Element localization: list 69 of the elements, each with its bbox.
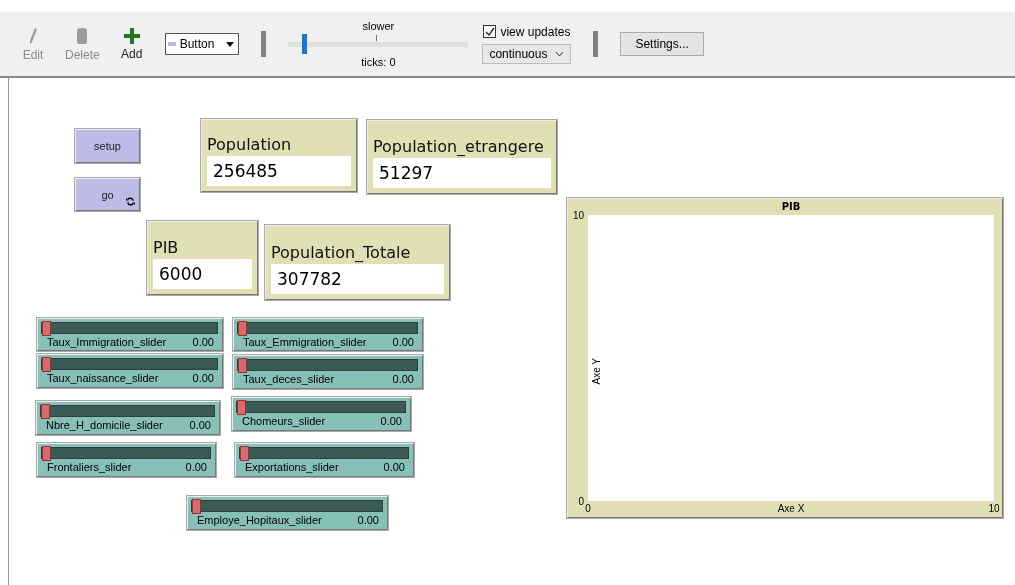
model-button[interactable]: go bbox=[75, 178, 140, 211]
slider-value: 0.00 bbox=[192, 372, 214, 384]
slider-label: Taux_naissance_slider bbox=[47, 372, 159, 384]
slider-track[interactable] bbox=[41, 358, 218, 370]
caret-icon bbox=[226, 41, 235, 47]
speed-label: slower bbox=[362, 20, 395, 32]
slider-thumb[interactable] bbox=[192, 499, 201, 514]
y-tick-label: 10 bbox=[572, 209, 584, 221]
model-button[interactable]: setup bbox=[75, 129, 140, 163]
slider-label: Employe_Hopitaux_slider bbox=[197, 514, 322, 526]
slider-value: 0.00 bbox=[185, 461, 207, 473]
slider-label: Taux_deces_slider bbox=[243, 373, 335, 385]
slider-track[interactable] bbox=[237, 322, 418, 334]
slider-label: Taux_Emmigration_slider bbox=[243, 336, 367, 348]
pencil-icon bbox=[28, 26, 38, 45]
slider-value: 0.00 bbox=[392, 373, 414, 385]
slider-track[interactable] bbox=[41, 447, 211, 459]
slider-value: 0.00 bbox=[383, 461, 405, 473]
widget-type-dropdown[interactable]: Button bbox=[164, 33, 240, 55]
view-updates-checkbox[interactable]: view updates bbox=[483, 24, 571, 39]
monitor-value: 307782 bbox=[271, 264, 444, 294]
slider-thumb[interactable] bbox=[238, 358, 247, 373]
settings-button[interactable]: Settings... bbox=[620, 32, 704, 56]
slider-label: Nbre_H_domicile_slider bbox=[46, 419, 163, 431]
slider-track[interactable] bbox=[236, 401, 406, 413]
chevron-icon bbox=[555, 50, 565, 57]
slider-label: Chomeurs_slider bbox=[242, 415, 326, 427]
slider-track[interactable] bbox=[41, 322, 218, 334]
slider-value: 0.00 bbox=[357, 514, 379, 526]
slider-value: 0.00 bbox=[189, 419, 211, 431]
monitor-label: Population_etrangere bbox=[373, 137, 544, 156]
slider-thumb[interactable] bbox=[42, 446, 51, 461]
plot-title: PIB bbox=[780, 201, 802, 214]
trash-icon bbox=[76, 26, 89, 45]
toolbar-separator bbox=[593, 31, 599, 57]
monitor-value: 256485 bbox=[207, 156, 351, 186]
check-icon bbox=[484, 26, 495, 37]
monitor-label: PIB bbox=[153, 238, 179, 257]
monitor-label: Population_Totale bbox=[271, 243, 411, 262]
y-axis-label: Axe Y bbox=[590, 358, 601, 385]
slider-value: 0.00 bbox=[192, 336, 214, 348]
add-button[interactable]: Add bbox=[116, 27, 147, 61]
slider-thumb[interactable] bbox=[42, 357, 51, 372]
slider-value: 0.00 bbox=[380, 415, 402, 427]
slider-track[interactable] bbox=[40, 405, 215, 417]
ticks-counter: ticks: 0 bbox=[361, 56, 396, 68]
slider-thumb[interactable] bbox=[238, 321, 247, 336]
monitor-value: 6000 bbox=[153, 259, 252, 289]
monitor-value: 51297 bbox=[373, 158, 551, 188]
slider-label: Frontaliers_slider bbox=[47, 461, 132, 473]
slider-thumb[interactable] bbox=[240, 446, 249, 461]
slider-value: 0.00 bbox=[392, 336, 414, 348]
x-tick-label: 0 bbox=[585, 503, 591, 514]
x-tick-label: 10 bbox=[988, 503, 1000, 514]
x-axis-label: Axe X bbox=[777, 503, 805, 514]
slider-track[interactable] bbox=[237, 359, 418, 371]
update-mode-dropdown[interactable]: continuous bbox=[482, 43, 572, 64]
slider-track[interactable] bbox=[191, 500, 383, 512]
slider-track[interactable] bbox=[239, 447, 409, 459]
monitor-label: Population bbox=[207, 135, 292, 154]
slider-thumb[interactable] bbox=[237, 400, 246, 415]
plus-icon bbox=[123, 27, 140, 44]
slider-thumb[interactable] bbox=[42, 321, 51, 336]
speed-thumb[interactable] bbox=[302, 34, 308, 54]
slider-thumb[interactable] bbox=[41, 404, 50, 419]
toolbar-separator bbox=[261, 31, 267, 57]
slider-label: Taux_Immigration_slider bbox=[47, 336, 167, 348]
slider-label: Exportations_slider bbox=[245, 461, 339, 473]
y-tick-label: 0 bbox=[578, 495, 584, 507]
